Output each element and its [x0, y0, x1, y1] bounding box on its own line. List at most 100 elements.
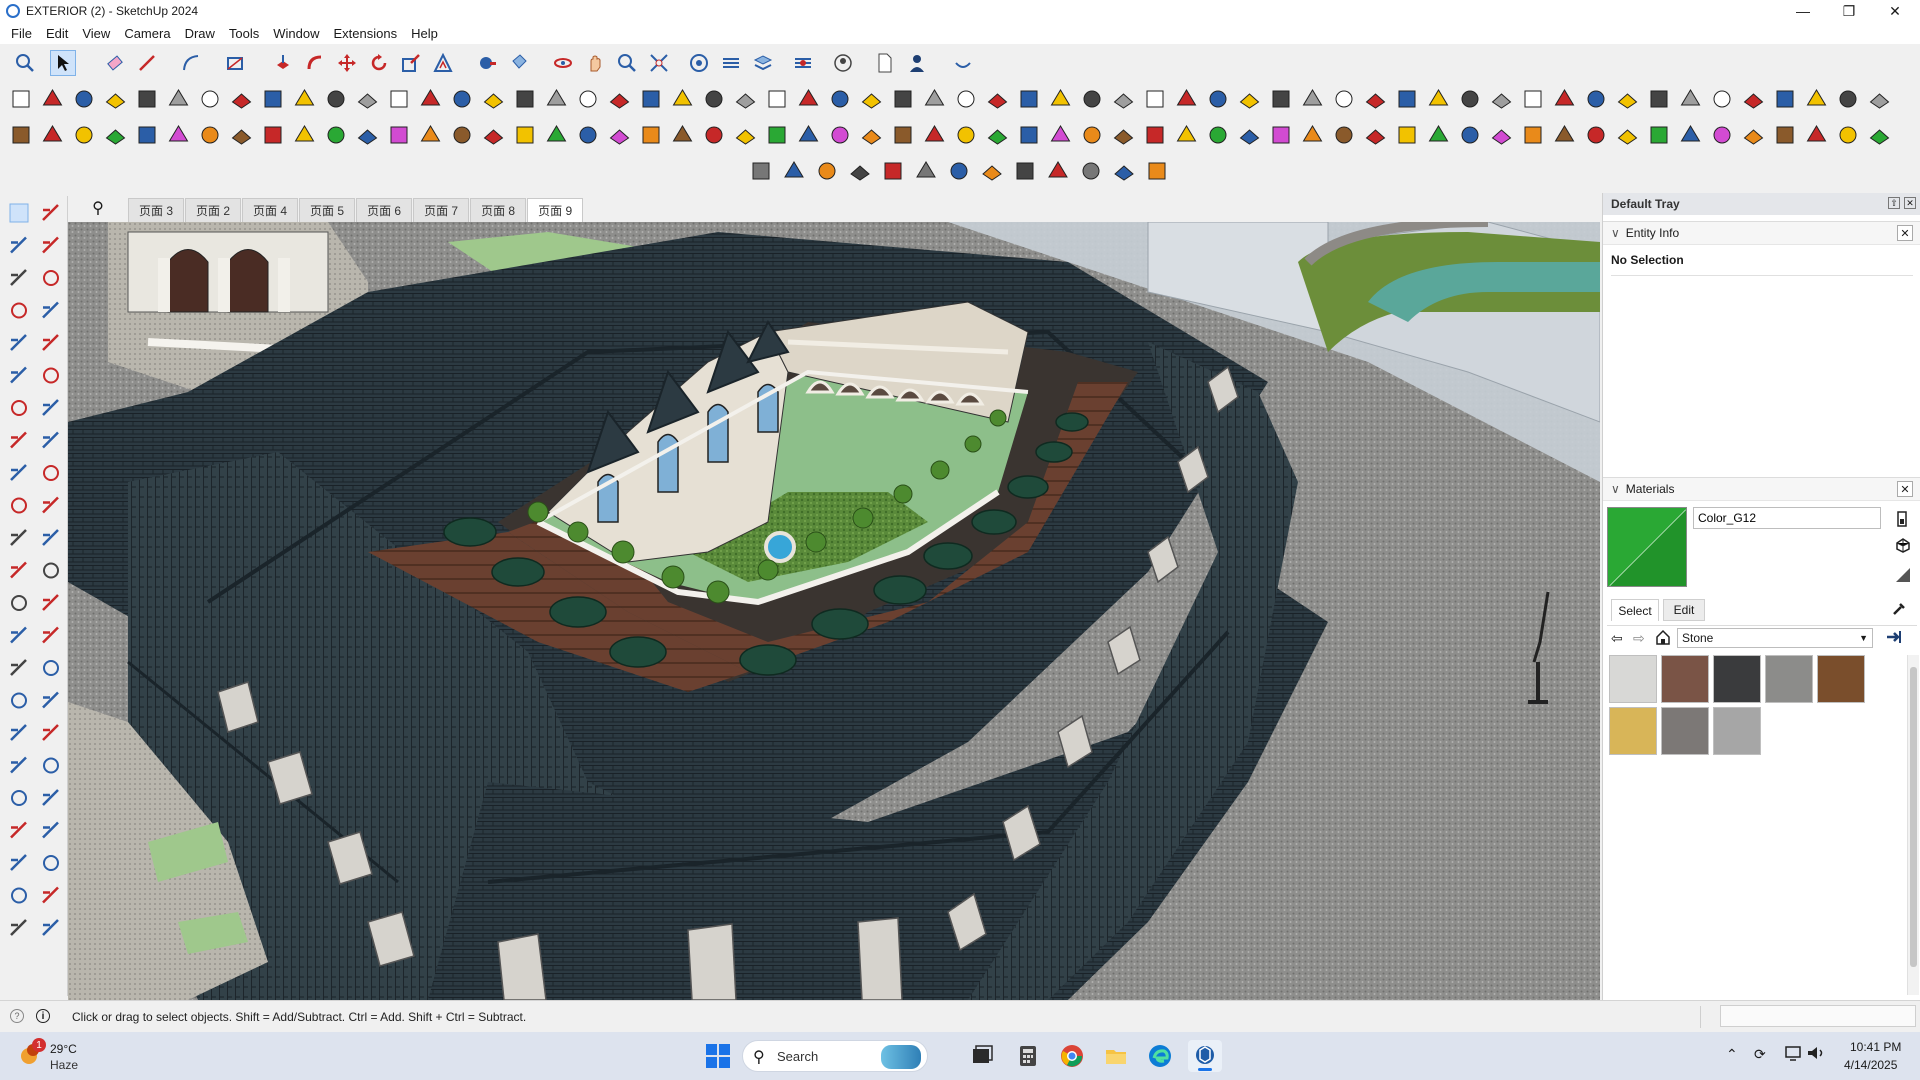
new-document-icon[interactable] [872, 50, 898, 76]
menu-extensions[interactable]: Extensions [327, 26, 405, 41]
tray-close-icon[interactable]: ✕ [1904, 197, 1916, 209]
left-tool-icon[interactable] [42, 821, 59, 839]
left-tool-icon[interactable] [42, 431, 59, 449]
start-button[interactable] [704, 1042, 732, 1070]
default-material-icon[interactable] [1895, 537, 1911, 556]
materials-header[interactable]: ∨ Materials ✕ [1603, 477, 1920, 501]
toolbar-tool-icon[interactable] [1020, 126, 1038, 144]
zoom-icon[interactable] [614, 50, 640, 76]
toolbar-tool-icon[interactable] [642, 90, 660, 108]
task-view-icon[interactable] [970, 1044, 994, 1068]
sketchup-taskbar-button[interactable] [1188, 1040, 1222, 1072]
toolbar-tool-icon[interactable] [924, 89, 945, 106]
left-tool-icon[interactable] [10, 561, 27, 579]
toolbar-tool-icon[interactable] [1272, 126, 1290, 144]
left-tool-icon[interactable] [42, 496, 59, 514]
left-tool-icon[interactable] [42, 334, 59, 351]
extension-warehouse-icon[interactable] [950, 50, 976, 76]
toolbar-tool-icon[interactable] [1428, 89, 1449, 106]
chrome-icon[interactable] [1060, 1044, 1084, 1068]
push-pull-icon[interactable] [270, 50, 296, 76]
back-arrow-icon[interactable]: ⇦ [1611, 630, 1623, 647]
left-tool-icon[interactable] [42, 886, 59, 904]
minimize-button[interactable]: — [1780, 0, 1826, 22]
toolbar-tool-icon[interactable] [516, 90, 534, 108]
account-icon[interactable] [830, 50, 856, 76]
material-swatch[interactable] [1713, 707, 1761, 755]
toolbar-tool-icon[interactable] [1743, 93, 1764, 109]
toolbar-tool-icon[interactable] [231, 93, 252, 109]
toolbar-tool-icon[interactable] [327, 90, 345, 108]
components-icon[interactable] [686, 50, 712, 76]
toolbar-tool-icon[interactable] [1617, 129, 1638, 145]
material-swatch[interactable] [1713, 655, 1761, 703]
left-tool-icon[interactable] [43, 465, 59, 481]
taskbar-search[interactable]: ⚲ Search [742, 1040, 928, 1072]
offset-tool-icon[interactable] [430, 50, 456, 76]
tray-pin-icon[interactable]: ⇧ [1888, 197, 1900, 209]
toolbar-tool-icon[interactable] [42, 125, 63, 142]
toolbar-tool-icon[interactable] [1869, 93, 1890, 109]
toolbar-tool-icon[interactable] [1083, 126, 1101, 144]
zoom-extents-icon[interactable] [646, 50, 672, 76]
toolbar-tool-icon[interactable] [924, 125, 945, 142]
toolbar-tool-icon[interactable] [1650, 90, 1668, 108]
move-tool-icon[interactable] [334, 50, 360, 76]
measurements-box[interactable] [1720, 1005, 1916, 1027]
toolbar-tool-icon[interactable] [264, 126, 282, 144]
menu-window[interactable]: Window [266, 26, 326, 41]
toolbar-tool-icon[interactable] [75, 126, 93, 144]
toolbar-tool-icon[interactable] [1461, 126, 1479, 144]
material-swatch[interactable] [1609, 707, 1657, 755]
material-swatch[interactable] [1609, 655, 1657, 703]
left-tool-icon[interactable] [10, 366, 27, 384]
arc-tool-icon[interactable] [178, 50, 204, 76]
left-tool-icon[interactable] [11, 400, 27, 416]
display-icon[interactable] [1784, 1044, 1802, 1065]
toolbar-tool-icon[interactable] [1776, 126, 1794, 144]
menu-camera[interactable]: Camera [117, 26, 177, 41]
toolbar-tool-icon[interactable] [1650, 126, 1668, 144]
scenes-icon[interactable] [790, 50, 816, 76]
toolbar-tool-icon[interactable] [1050, 89, 1071, 106]
scene-search-icon[interactable]: ⚲ [68, 194, 128, 222]
chevron-up-icon[interactable]: ⌃ [1726, 1046, 1738, 1063]
left-tool-icon[interactable] [10, 464, 27, 481]
toolbar-tool-icon[interactable] [1272, 90, 1290, 108]
left-tool-icon[interactable] [43, 855, 59, 871]
toolbar-tool-icon[interactable] [1239, 93, 1260, 109]
left-tool-icon[interactable] [10, 854, 27, 871]
toolbar-tool-icon[interactable] [831, 126, 849, 144]
left-tool-icon[interactable] [10, 919, 27, 936]
material-swatch[interactable] [1765, 655, 1813, 703]
toolbar-tool-icon[interactable] [831, 90, 849, 108]
toolbar-tool-icon[interactable] [231, 129, 252, 145]
eraser-icon[interactable] [102, 50, 128, 76]
toolbar-tool-icon[interactable] [546, 89, 567, 106]
close-button[interactable]: ✕ [1872, 0, 1918, 22]
toolbar-tool-icon[interactable] [705, 126, 723, 144]
toolbar-tool-icon[interactable] [516, 126, 534, 144]
swatch-scrollbar[interactable] [1907, 655, 1919, 995]
toolbar-tool-icon[interactable] [357, 93, 378, 109]
info-icon[interactable]: i [36, 1009, 50, 1023]
toolbar-tool-icon[interactable] [1680, 89, 1701, 106]
toolbar-tool-icon[interactable] [1050, 125, 1071, 142]
home-icon[interactable] [1655, 629, 1671, 648]
toolbar-tool-icon[interactable] [168, 89, 189, 106]
tab-page-6[interactable]: 页面 6 [356, 198, 413, 222]
left-tool-icon[interactable] [10, 236, 27, 254]
toolbar-tool-icon[interactable] [12, 126, 30, 144]
toolbar-tool-icon[interactable] [798, 125, 819, 142]
toolbar-tool-icon[interactable] [357, 129, 378, 145]
sample-paint-icon[interactable] [1895, 567, 1911, 586]
toolbar-tool-icon[interactable] [768, 126, 786, 144]
toolbar-tool-icon[interactable] [1083, 90, 1101, 108]
tab-page-7[interactable]: 页面 7 [413, 198, 470, 222]
extension-icons-strip-2[interactable] [10, 122, 1910, 150]
eyedropper-icon[interactable] [1891, 601, 1907, 620]
toolbar-tool-icon[interactable] [957, 90, 975, 108]
toolbar-tool-icon[interactable] [1398, 126, 1416, 144]
toolbar-tool-icon[interactable] [390, 90, 408, 108]
left-tool-icon[interactable] [42, 399, 59, 416]
